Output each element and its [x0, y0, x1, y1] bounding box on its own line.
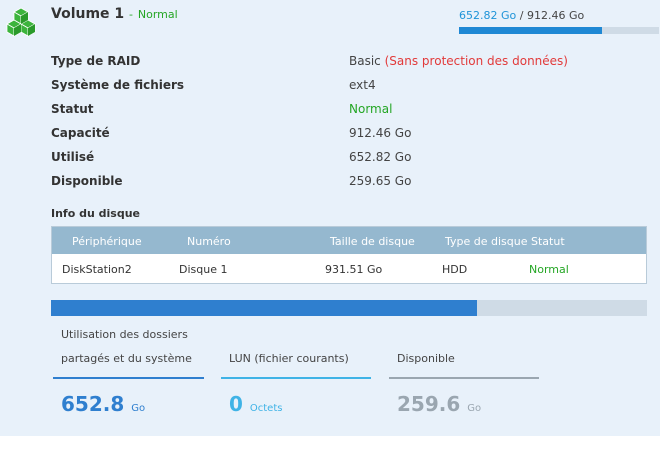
column-header-device[interactable]: Périphérique	[72, 235, 142, 248]
column-header-disk-size[interactable]: Taille de disque	[330, 235, 415, 248]
prop-value-available: 259.65 Go	[349, 174, 412, 188]
volume-used-text: 652.82 Go	[459, 9, 517, 22]
legend-lun-unit: Octets	[249, 403, 283, 414]
legend-shared-label-line2: partagés et du système	[61, 352, 192, 365]
cell-disk-size: 931.51 Go	[325, 263, 383, 276]
volume-total-text: 912.46 Go	[526, 9, 585, 22]
green-cubes-icon	[6, 7, 36, 37]
legend-shared-number: 652.8	[61, 392, 125, 416]
cell-number: Disque 1	[179, 263, 228, 276]
legend-shared-label-line1: Utilisation des dossiers	[61, 328, 188, 341]
disk-info-title: Info du disque	[51, 207, 140, 220]
legend-shared-unit: Go	[131, 403, 146, 414]
legend-shared-value: 652.8 Go	[61, 392, 145, 416]
prop-label-available: Disponible	[51, 174, 123, 188]
prop-label-filesystem: Système de fichiers	[51, 78, 185, 92]
raid-type-value: Basic	[349, 54, 381, 68]
prop-label-used: Utilisé	[51, 150, 95, 164]
disk-table-header: Périphérique Numéro Taille de disque Typ…	[52, 227, 646, 254]
prop-label-raid-type: Type de RAID	[51, 54, 141, 68]
storage-breakdown-bar	[51, 300, 647, 316]
volume-status: Normal	[137, 8, 178, 21]
storage-breakdown-used-fill	[51, 300, 478, 316]
legend-lun-value: 0 Octets	[229, 392, 282, 416]
legend-shared-underline	[53, 377, 204, 379]
column-header-status[interactable]: Statut	[531, 235, 565, 248]
legend-lun-label: LUN (fichier courants)	[229, 352, 349, 365]
legend-available-label: Disponible	[397, 352, 455, 365]
prop-value-raid-type: Basic (Sans protection des données)	[349, 54, 568, 68]
cell-disk-type: HDD	[442, 263, 468, 276]
volume-title-separator: -	[129, 8, 134, 21]
prop-label-capacity: Capacité	[51, 126, 110, 140]
volume-title: Volume 1 - Normal	[51, 6, 178, 22]
volume-panel: Volume 1 - Normal 652.82 Go / 912.46 Go …	[0, 0, 660, 436]
prop-value-filesystem: ext4	[349, 78, 376, 92]
raid-protection-warning: (Sans protection des données)	[384, 54, 568, 68]
volume-usage-separator: /	[519, 9, 524, 22]
volume-name: Volume 1	[51, 6, 125, 22]
legend-available-unit: Go	[467, 403, 482, 414]
prop-value-status: Normal	[349, 102, 393, 116]
disk-info-table: Périphérique Numéro Taille de disque Typ…	[51, 226, 647, 284]
cell-status: Normal	[529, 263, 569, 276]
legend-available-underline	[389, 377, 539, 379]
legend-lun-underline	[221, 377, 371, 379]
volume-usage-text: 652.82 Go / 912.46 Go	[459, 9, 584, 22]
legend-available-number: 259.6	[397, 392, 461, 416]
prop-value-capacity: 912.46 Go	[349, 126, 412, 140]
legend-available-value: 259.6 Go	[397, 392, 481, 416]
prop-value-used: 652.82 Go	[349, 150, 412, 164]
volume-usage-bar	[459, 27, 659, 34]
column-header-number[interactable]: Numéro	[187, 235, 231, 248]
prop-label-status: Statut	[51, 102, 94, 116]
legend-lun-number: 0	[229, 392, 243, 416]
column-header-disk-type[interactable]: Type de disque	[445, 235, 528, 248]
volume-usage-fill	[459, 27, 603, 34]
cell-device: DiskStation2	[62, 263, 132, 276]
